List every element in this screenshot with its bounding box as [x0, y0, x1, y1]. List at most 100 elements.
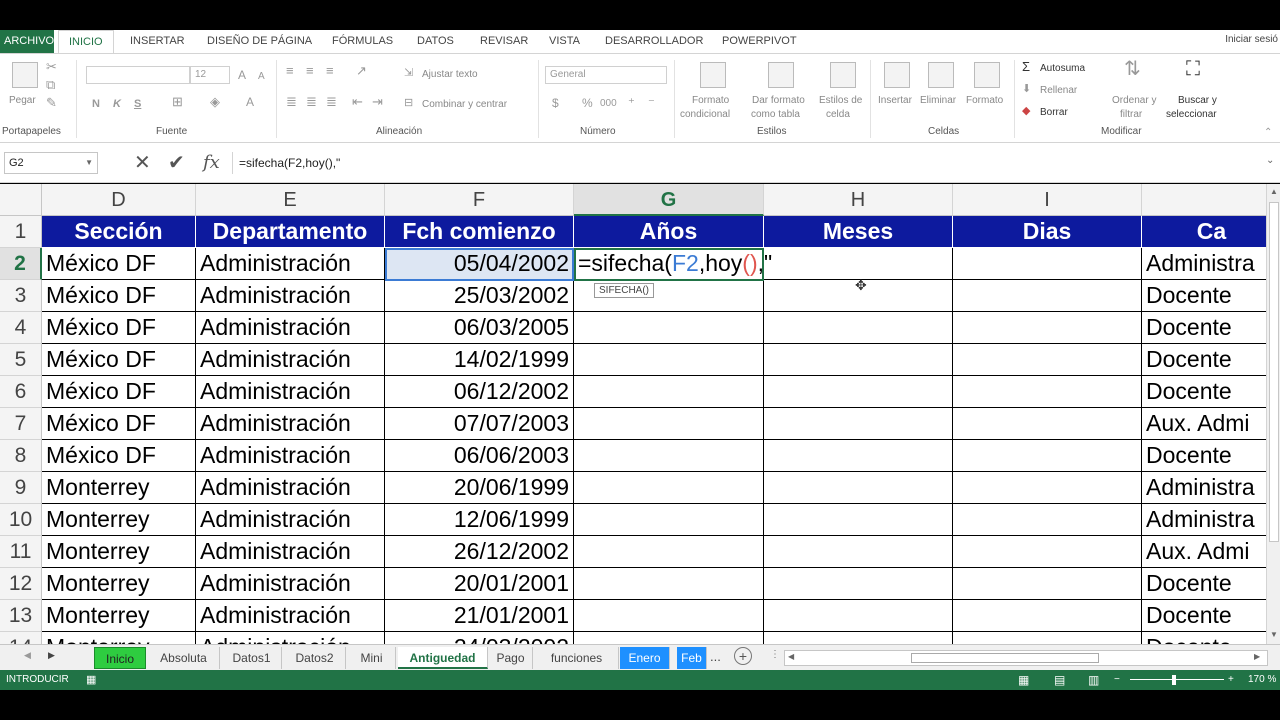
row-header[interactable]: 1: [0, 216, 42, 248]
table-cell[interactable]: Docente: [1142, 312, 1266, 344]
table-cell[interactable]: [574, 344, 764, 376]
table-cell[interactable]: Administración: [196, 344, 385, 376]
row-header[interactable]: 2: [0, 248, 42, 280]
prev-sheet-icon[interactable]: ◀: [24, 650, 31, 661]
tab-insertar[interactable]: INSERTAR: [130, 30, 185, 53]
table-cell[interactable]: Administración: [196, 312, 385, 344]
scroll-left-icon[interactable]: ◀: [788, 652, 794, 661]
table-cell[interactable]: Administración: [196, 536, 385, 568]
table-cell[interactable]: [574, 408, 764, 440]
table-cell[interactable]: 07/07/2003: [385, 408, 574, 440]
sheet-tab[interactable]: Mini: [348, 647, 396, 669]
align-left-icon[interactable]: ≣: [286, 95, 297, 109]
row-header[interactable]: 9: [0, 472, 42, 504]
zoom-slider-handle[interactable]: [1172, 675, 1176, 685]
table-cell[interactable]: México DF: [42, 280, 196, 312]
fill-color-icon[interactable]: ◈: [210, 95, 220, 109]
underline-button[interactable]: S: [134, 97, 141, 111]
table-cell[interactable]: [953, 600, 1142, 632]
table-cell[interactable]: Aux. Admi: [1142, 536, 1266, 568]
table-cell[interactable]: [574, 312, 764, 344]
table-header-cell[interactable]: Meses: [764, 216, 953, 248]
table-cell[interactable]: México DF: [42, 408, 196, 440]
page-layout-view-icon[interactable]: ▤: [1054, 670, 1065, 690]
format-painter-icon[interactable]: ✎: [46, 96, 57, 110]
table-cell[interactable]: Monterrey: [42, 504, 196, 536]
sheet-tab[interactable]: Inicio: [94, 647, 146, 669]
table-cell[interactable]: [764, 504, 953, 536]
decrease-decimal-icon[interactable]: ⁻: [648, 96, 655, 110]
enter-check-icon[interactable]: ✔: [168, 151, 185, 175]
table-cell[interactable]: [764, 408, 953, 440]
table-cell[interactable]: [764, 344, 953, 376]
table-cell[interactable]: [574, 568, 764, 600]
table-cell[interactable]: Administración: [196, 600, 385, 632]
more-sheets[interactable]: ...: [710, 649, 721, 664]
zoom-in-icon[interactable]: +: [1228, 670, 1234, 690]
table-cell[interactable]: Docente: [1142, 280, 1266, 312]
table-cell[interactable]: 06/12/2002: [385, 376, 574, 408]
table-cell[interactable]: [574, 376, 764, 408]
table-cell[interactable]: [574, 600, 764, 632]
thousands-button[interactable]: 000: [600, 97, 617, 111]
row-header[interactable]: 12: [0, 568, 42, 600]
table-cell[interactable]: [764, 632, 953, 644]
table-cell[interactable]: Docente: [1142, 440, 1266, 472]
orientation-icon[interactable]: ↗: [356, 64, 367, 78]
scroll-down-icon[interactable]: ▼: [1270, 630, 1278, 639]
table-header-cell[interactable]: Fch comienzo: [385, 216, 574, 248]
tab-datos[interactable]: DATOS: [417, 30, 454, 53]
table-header-cell[interactable]: Ca: [1142, 216, 1266, 248]
table-cell[interactable]: Monterrey: [42, 568, 196, 600]
table-cell[interactable]: [764, 312, 953, 344]
sheet-tab[interactable]: Datos1: [222, 647, 282, 669]
grow-font-icon[interactable]: A: [238, 68, 246, 82]
column-header[interactable]: I: [953, 184, 1142, 216]
sheet-tab[interactable]: Pago: [489, 647, 533, 669]
align-right-icon[interactable]: ≣: [326, 95, 337, 109]
expand-formula-icon[interactable]: ⌄: [1266, 155, 1274, 166]
table-cell[interactable]: 25/03/2002: [385, 280, 574, 312]
font-name-box[interactable]: [86, 66, 190, 84]
decrease-indent-icon[interactable]: ⇤: [352, 95, 363, 109]
table-cell[interactable]: [953, 280, 1142, 312]
align-middle-icon[interactable]: ≡: [306, 64, 314, 78]
fill-icon[interactable]: ⬇: [1022, 82, 1031, 96]
table-cell[interactable]: [574, 440, 764, 472]
vertical-scrollbar[interactable]: ▲ ▼: [1266, 184, 1280, 644]
italic-button[interactable]: K: [113, 97, 121, 111]
tab-desarrollador[interactable]: DESARROLLADOR: [605, 30, 703, 53]
table-cell[interactable]: [953, 568, 1142, 600]
borders-icon[interactable]: ⊞: [172, 95, 183, 109]
cell-styles-icon[interactable]: [830, 62, 856, 88]
table-cell[interactable]: Monterrey: [42, 536, 196, 568]
table-cell[interactable]: Administración: [196, 376, 385, 408]
sheet-tab[interactable]: Enero: [620, 647, 670, 669]
table-cell[interactable]: [953, 312, 1142, 344]
tab-vista[interactable]: VISTA: [549, 30, 580, 53]
row-header[interactable]: 10: [0, 504, 42, 536]
function-tooltip[interactable]: SIFECHA(): [594, 283, 654, 298]
bold-button[interactable]: N: [92, 97, 100, 111]
row-header[interactable]: 6: [0, 376, 42, 408]
table-cell[interactable]: Monterrey: [42, 600, 196, 632]
column-header[interactable]: D: [42, 184, 196, 216]
row-header[interactable]: 4: [0, 312, 42, 344]
sort-filter-icon[interactable]: ⇅: [1124, 59, 1141, 79]
table-cell[interactable]: Monterrey: [42, 472, 196, 504]
normal-view-icon[interactable]: ▦: [1018, 670, 1029, 690]
sheet-tab[interactable]: Antiguedad: [398, 647, 488, 669]
sheet-tab[interactable]: Feb: [677, 647, 707, 669]
column-header[interactable]: F: [385, 184, 574, 216]
table-cell[interactable]: Docente: [1142, 344, 1266, 376]
currency-button[interactable]: $: [552, 96, 559, 110]
table-header-cell[interactable]: Años: [574, 216, 764, 248]
font-color-icon[interactable]: A: [246, 95, 254, 109]
clear-label[interactable]: Borrar: [1040, 106, 1068, 119]
table-cell[interactable]: Docente: [1142, 600, 1266, 632]
tab-archivo[interactable]: ARCHIVO: [0, 30, 54, 53]
sheet-tab[interactable]: funciones: [535, 647, 619, 669]
table-cell[interactable]: México DF: [42, 312, 196, 344]
table-header-cell[interactable]: Sección: [42, 216, 196, 248]
binoculars-icon[interactable]: ⛶: [1186, 59, 1200, 79]
